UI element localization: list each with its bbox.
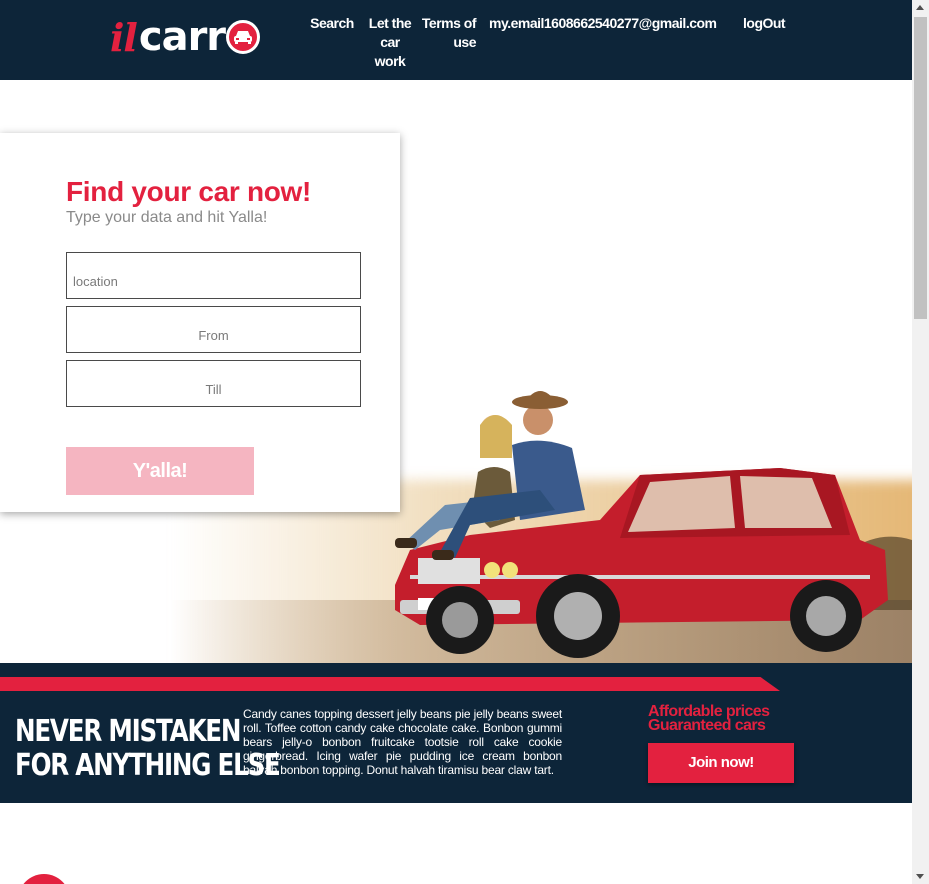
find-car-form: Find your car now! Type your data and hi… [0, 133, 400, 512]
slogan-line-1: NEVER MISTAKEN [15, 714, 241, 749]
page-scrollbar[interactable] [912, 0, 929, 884]
banner-promo-text: Affordable prices Guaranteed cars [648, 704, 770, 734]
top-navbar: il carr Search Let the car work Terms of… [0, 0, 912, 80]
nav-search-link[interactable]: Search [310, 14, 354, 33]
location-placeholder: location [73, 274, 118, 289]
till-date-input[interactable]: Till [66, 360, 361, 407]
promo-banner: NEVER MISTAKEN FOR ANYTHING ELSE Candy c… [0, 663, 912, 803]
nav-logout-link[interactable]: logOut [743, 14, 789, 33]
nav-terms-of-use-link[interactable]: Terms of use [420, 14, 477, 52]
banner-red-stripe [0, 677, 780, 691]
scroll-thumb[interactable] [914, 17, 927, 319]
form-title: Find your car now! [66, 176, 312, 207]
nav-user-email[interactable]: my.email1608662540277@gmail.com [489, 14, 719, 33]
banner-description: Candy canes topping dessert jelly beans … [243, 707, 562, 777]
red-circle-decoration [18, 874, 70, 884]
promo-line-2: Guaranteed cars [648, 717, 766, 734]
location-input[interactable]: location [66, 252, 361, 299]
page: il carr Search Let the car work Terms of… [0, 0, 929, 884]
ilcarro-logo[interactable]: il carr [110, 14, 261, 60]
from-placeholder: From [198, 328, 229, 343]
nav-let-the-car-work-link[interactable]: Let the car work [366, 14, 414, 71]
scroll-down-arrow-icon[interactable] [916, 874, 924, 879]
yalla-submit-button[interactable]: Y'alla! [66, 447, 254, 495]
join-now-button[interactable]: Join now! [648, 743, 794, 783]
banner-slogan: NEVER MISTAKEN FOR ANYTHING ELSE [15, 714, 281, 783]
scroll-up-arrow-icon[interactable] [916, 5, 924, 10]
logo-carr-text: carr [138, 14, 226, 60]
car-front-icon [226, 20, 261, 54]
till-placeholder: Till [205, 382, 222, 397]
form-subtitle: Type your data and hit Yalla! [66, 209, 268, 226]
from-date-input[interactable]: From [66, 306, 361, 353]
slogan-line-2: FOR ANYTHING ELSE [15, 748, 281, 783]
logo-il-text: il [110, 14, 138, 60]
